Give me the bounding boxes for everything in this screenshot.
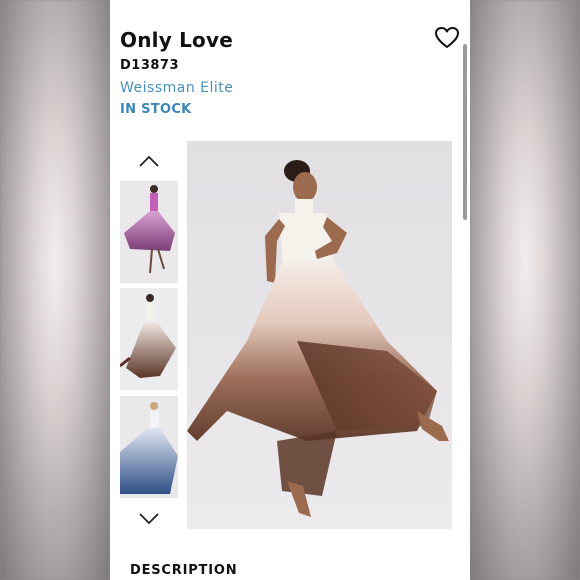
product-sku: D13873	[120, 58, 180, 73]
chevron-down-icon[interactable]	[137, 511, 161, 525]
blurred-background-right	[470, 0, 580, 580]
product-title: Only Love	[120, 28, 233, 52]
blurred-background-left	[0, 0, 110, 580]
thumbnail-plum-dress[interactable]	[120, 181, 178, 283]
heart-icon[interactable]	[434, 26, 460, 50]
thumbnail-mocha-dress[interactable]	[120, 288, 178, 390]
main-product-image	[187, 141, 452, 529]
brand-link[interactable]: Weissman Elite	[120, 80, 233, 96]
stock-status: IN STOCK	[120, 102, 192, 117]
scrollbar[interactable]	[463, 44, 467, 220]
chevron-up-icon[interactable]	[137, 153, 161, 167]
description-heading[interactable]: DESCRIPTION	[130, 563, 237, 578]
thumbnail-blue-dress[interactable]	[120, 396, 178, 498]
product-panel: Only Love D13873 Weissman Elite IN STOCK	[110, 0, 470, 580]
